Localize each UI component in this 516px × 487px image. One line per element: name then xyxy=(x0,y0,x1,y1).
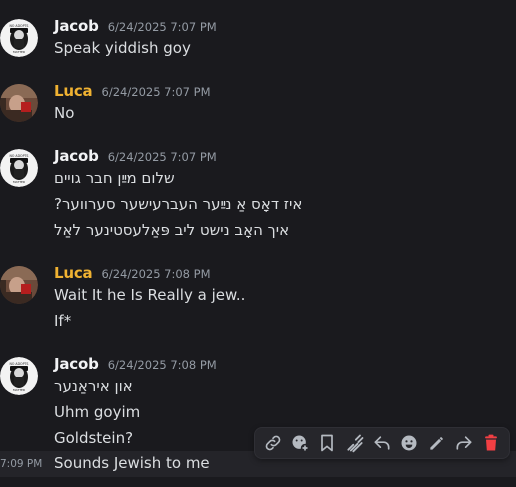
message-text-rtl: איך האָב נישט ליב פּאַלעסטינער לאַל xyxy=(54,221,290,239)
chat-messages: NO ADOPTS MATTER Jacob 6/24/2025 7:07 PM… xyxy=(0,0,516,487)
avatar[interactable]: NO ADOPTS MATTER xyxy=(0,19,38,57)
author-name[interactable]: Jacob xyxy=(54,17,99,35)
avatar-badge-text: NO ADOPTS xyxy=(10,154,29,158)
message-timestamp: 6/24/2025 7:07 PM xyxy=(107,20,217,34)
message-timestamp: 6/24/2025 7:08 PM xyxy=(101,267,211,281)
avatar-image: NO ADOPTS MATTER xyxy=(0,149,38,187)
super-reaction-icon[interactable] xyxy=(343,431,367,455)
message-timestamp: 6/24/2025 7:07 PM xyxy=(101,85,211,99)
reply-icon[interactable] xyxy=(370,431,394,455)
avatar-badge-text: MATTER xyxy=(13,388,25,392)
message-text: שלום מײַן חבר גויים xyxy=(54,168,175,188)
message-text: Uhm goyim xyxy=(54,403,141,421)
message-header: Jacob 6/24/2025 7:08 PM xyxy=(54,354,217,374)
message-header: Jacob 6/24/2025 7:07 PM xyxy=(54,146,217,166)
author-name[interactable]: Jacob xyxy=(54,355,99,373)
avatar-badge-text: NO ADOPTS xyxy=(10,362,29,366)
message-actions-toolbar xyxy=(254,427,510,459)
avatar-image: NO ADOPTS MATTER xyxy=(0,357,38,395)
copy-link-icon[interactable] xyxy=(261,431,285,455)
message-text-rtl: איז דאָס אַ נײַער העברעישער סערווער? xyxy=(54,195,303,213)
delete-icon[interactable] xyxy=(479,431,503,455)
avatar-image xyxy=(0,266,38,304)
message-text: איך האָב נישט ליב פּאַלעסטינער לאַל xyxy=(54,220,289,240)
message-text: Goldstein? xyxy=(54,429,134,447)
avatar-badge-text: NO ADOPTS xyxy=(10,24,29,28)
emoji-icon[interactable] xyxy=(397,431,421,455)
avatar-badge-text: MATTER xyxy=(13,180,25,184)
avatar[interactable]: NO ADOPTS MATTER xyxy=(0,149,38,187)
author-name[interactable]: Luca xyxy=(54,82,93,100)
edit-icon[interactable] xyxy=(425,431,449,455)
message-text: Speak yiddish goy xyxy=(54,39,191,57)
message-timestamp: 6/24/2025 7:08 PM xyxy=(107,358,217,372)
message-header: Jacob 6/24/2025 7:07 PM xyxy=(54,16,217,36)
message-header: Luca 6/24/2025 7:08 PM xyxy=(54,263,211,283)
message-text: און איראַנער xyxy=(54,376,133,396)
avatar-image xyxy=(0,84,38,122)
avatar-image: NO ADOPTS MATTER xyxy=(0,19,38,57)
hovered-message-time: 7:09 PM xyxy=(0,458,43,470)
message-text-rtl: שלום מײַן חבר גויים xyxy=(54,169,175,187)
avatar-badge-text: MATTER xyxy=(13,50,25,54)
author-name[interactable]: Jacob xyxy=(54,147,99,165)
bookmark-icon[interactable] xyxy=(315,431,339,455)
message-text: Wait It he Is Really a jew.. xyxy=(54,286,246,304)
message-timestamp: 6/24/2025 7:07 PM xyxy=(107,150,217,164)
avatar[interactable] xyxy=(0,266,38,304)
avatar[interactable]: NO ADOPTS MATTER xyxy=(0,357,38,395)
forward-icon[interactable] xyxy=(452,431,476,455)
message-text: No xyxy=(54,104,75,122)
message-header: Luca 6/24/2025 7:07 PM xyxy=(54,81,211,101)
message-text: איז דאָס אַ נײַער העברעישער סערווער? xyxy=(54,194,302,214)
author-name[interactable]: Luca xyxy=(54,264,93,282)
avatar[interactable] xyxy=(0,84,38,122)
message-text: If* xyxy=(54,312,72,330)
message-text-rtl: און איראַנער xyxy=(54,377,133,395)
hovered-message-text: Sounds Jewish to me xyxy=(54,454,210,472)
add-reaction-icon[interactable] xyxy=(288,431,312,455)
